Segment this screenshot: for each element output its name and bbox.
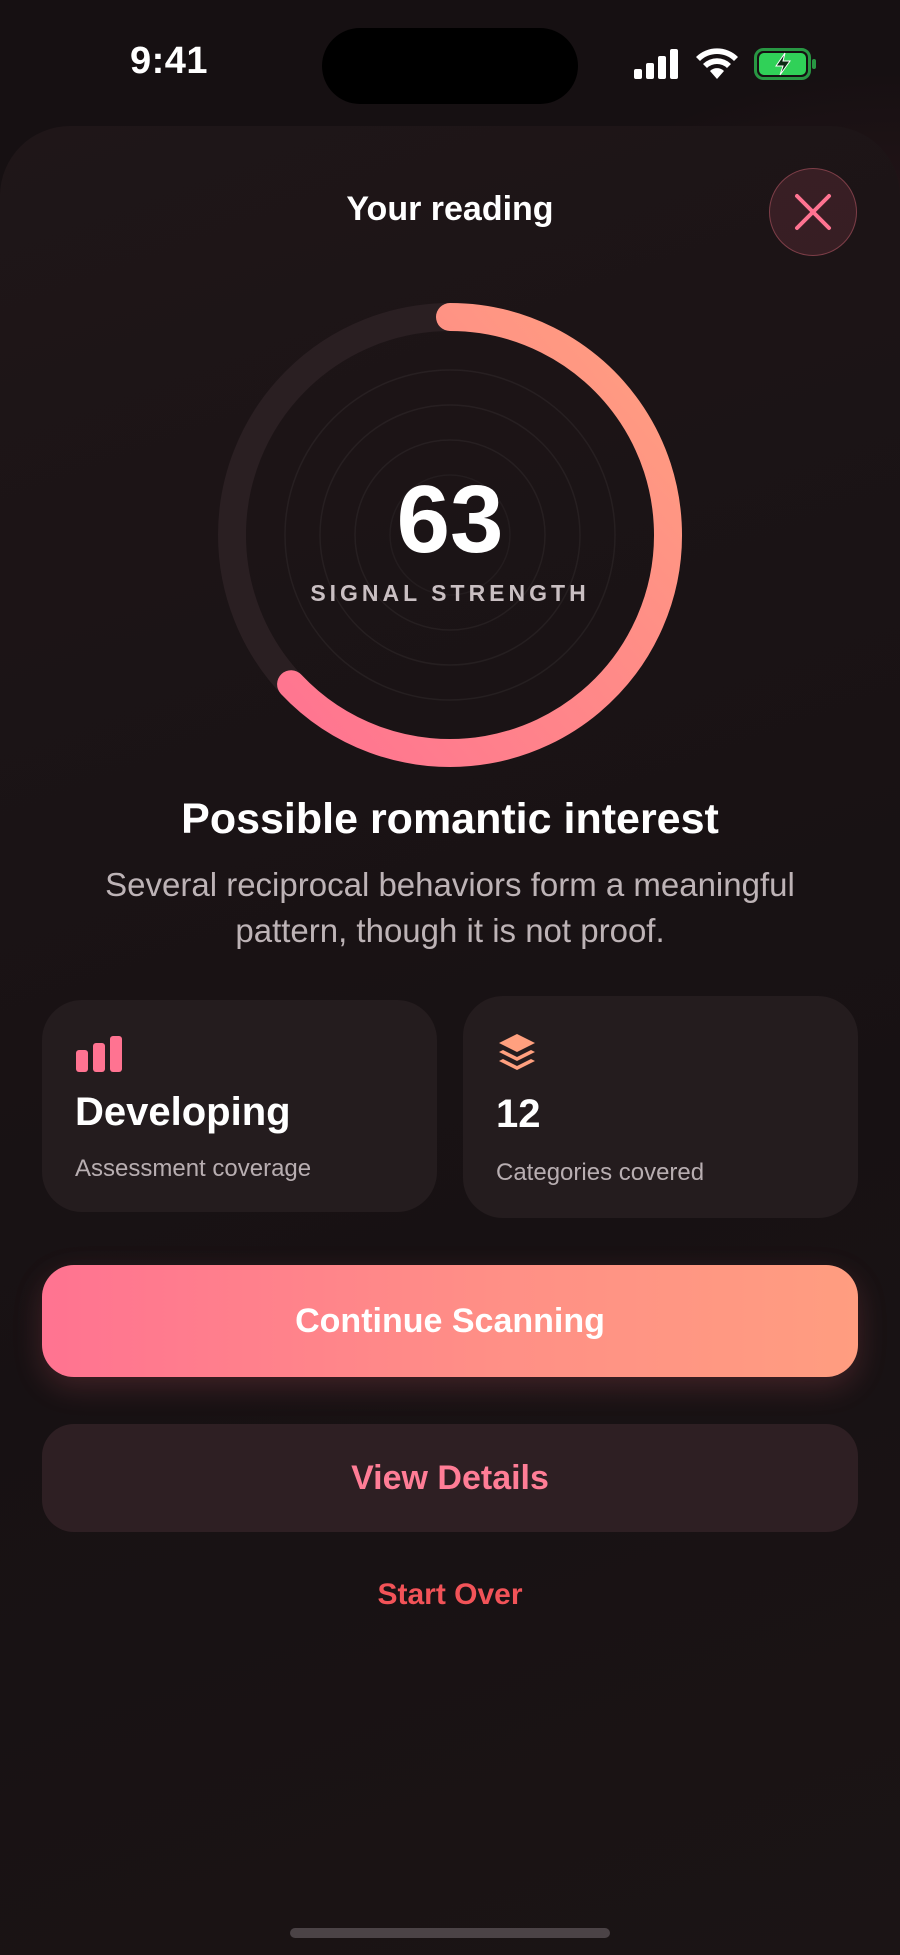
- status-bar-icons: [634, 48, 818, 80]
- layers-icon: [499, 1034, 535, 1070]
- close-button[interactable]: [769, 168, 857, 256]
- coverage-value: Developing: [75, 1090, 291, 1134]
- close-icon: [795, 194, 831, 230]
- home-indicator[interactable]: [290, 1928, 610, 1938]
- continue-scanning-button[interactable]: Continue Scanning: [42, 1265, 858, 1377]
- status-bar-time: 9:41: [130, 40, 209, 82]
- categories-value: 12: [496, 1092, 541, 1136]
- sheet-title: Your reading: [346, 190, 554, 228]
- dynamic-island: [322, 28, 578, 104]
- score-label: SIGNAL STRENGTH: [310, 580, 590, 606]
- wifi-icon: [696, 48, 738, 79]
- view-details-button[interactable]: View Details: [42, 1424, 858, 1532]
- result-headline: Possible romantic interest: [181, 795, 719, 843]
- battery-charging-icon: [754, 48, 816, 80]
- cellular-signal-icon: [634, 49, 678, 79]
- start-over-button[interactable]: Start Over: [0, 1578, 900, 1612]
- categories-caption: Categories covered: [496, 1159, 705, 1186]
- assessment-coverage-card: Developing Assessment coverage: [42, 1000, 437, 1212]
- bar-chart-icon: [76, 1036, 122, 1072]
- coverage-caption: Assessment coverage: [75, 1155, 312, 1182]
- score-value: 63: [396, 466, 504, 573]
- categories-covered-card: 12 Categories covered: [463, 996, 858, 1218]
- result-description: Several reciprocal behaviors form a mean…: [105, 866, 795, 949]
- screen: 9:41 Your reading 63 SIGNAL STRENGTH Pos…: [0, 0, 900, 1955]
